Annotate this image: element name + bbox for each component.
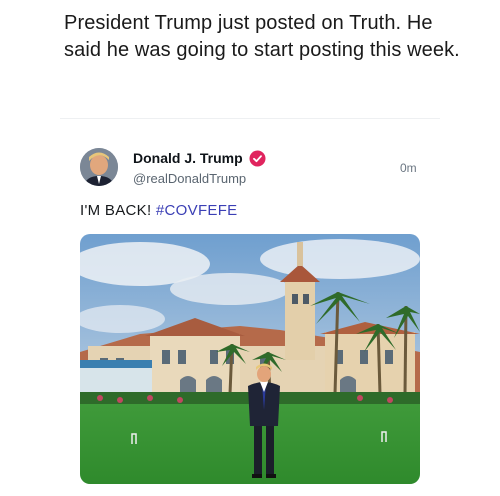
post-card[interactable]: Donald J. Trump @realDonaldTrump 0m I'M … — [60, 118, 440, 496]
post-timestamp: 0m — [400, 161, 417, 175]
post-body: I'M BACK! — [80, 202, 152, 219]
hashtag-link[interactable]: #COVFEFE — [156, 202, 238, 219]
verified-check-icon — [249, 150, 266, 167]
post-image[interactable] — [80, 234, 420, 484]
post-text: I'M BACK! #COVFEFE — [80, 202, 237, 219]
display-name[interactable]: Donald J. Trump — [133, 150, 243, 166]
user-handle[interactable]: @realDonaldTrump — [133, 171, 246, 186]
card-divider — [60, 118, 440, 119]
caption-text: President Trump just posted on Truth. He… — [64, 12, 460, 61]
avatar[interactable] — [80, 148, 118, 186]
